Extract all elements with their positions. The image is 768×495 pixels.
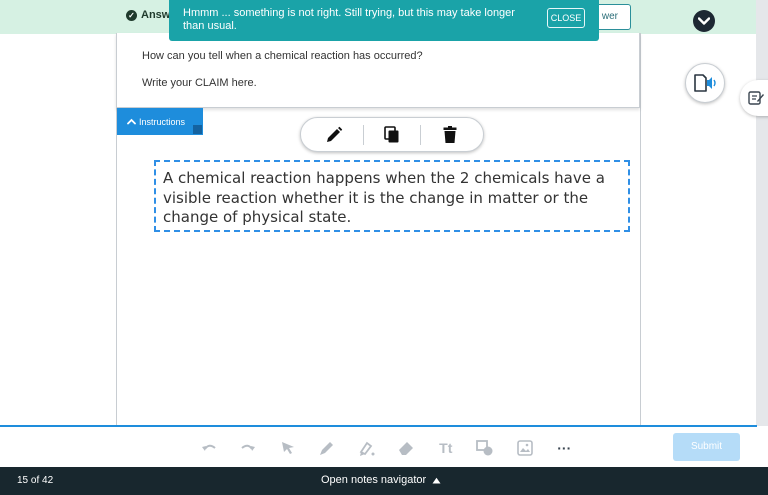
toast-close-button[interactable]: CLOSE xyxy=(547,8,585,28)
more-icon[interactable]: ··· xyxy=(545,437,585,459)
prompt-card: How can you tell when a chemical reactio… xyxy=(116,33,640,108)
text-tool-icon[interactable]: Tt xyxy=(426,437,466,459)
highlighter-icon[interactable] xyxy=(347,437,387,459)
open-notes-navigator-button[interactable]: Open notes navigator xyxy=(321,474,441,486)
page-count: 15 of 42 xyxy=(17,475,54,486)
more-label: ··· xyxy=(557,440,572,456)
right-scroll-rail xyxy=(756,0,768,426)
collapse-button[interactable] xyxy=(693,10,715,32)
toolbar-divider xyxy=(362,124,364,145)
select-arrow-icon[interactable] xyxy=(268,437,308,459)
pencil-icon[interactable] xyxy=(324,125,344,145)
undo-icon[interactable] xyxy=(189,437,229,459)
claim-text-box[interactable]: A chemical reaction happens when the 2 c… xyxy=(154,160,630,232)
instructions-label: Instructions xyxy=(139,116,186,127)
instructions-toggle[interactable]: Instructions xyxy=(117,108,203,135)
pen-icon[interactable] xyxy=(308,437,348,459)
question-text: How can you tell when a chemical reactio… xyxy=(142,50,423,62)
notes-edit-icon xyxy=(748,91,764,105)
text-tool-label: Tt xyxy=(439,440,453,456)
submit-button[interactable]: Submit xyxy=(673,433,740,461)
toolbar-divider xyxy=(420,124,422,145)
check-circle-icon: ✓ xyxy=(126,9,137,21)
shapes-icon[interactable] xyxy=(466,437,506,459)
redo-icon[interactable] xyxy=(229,437,269,459)
notes-button[interactable] xyxy=(740,80,768,116)
chevron-up-icon xyxy=(127,118,136,125)
read-aloud-icon xyxy=(694,74,716,92)
notes-navigator-label: Open notes navigator xyxy=(321,474,427,486)
copy-icon[interactable] xyxy=(382,125,402,145)
answered-label: Answ xyxy=(141,9,171,21)
footer-bar: 15 of 42 Open notes navigator xyxy=(0,467,768,495)
chevron-down-icon xyxy=(698,17,710,25)
eraser-icon[interactable] xyxy=(387,437,427,459)
claim-instruction: Write your CLAIM here. xyxy=(142,77,257,89)
toast-message: Hmmm ... something is not right. Still t… xyxy=(183,7,515,32)
trash-icon[interactable] xyxy=(440,125,460,145)
text-edit-toolbar xyxy=(300,117,484,152)
image-icon[interactable] xyxy=(505,437,545,459)
error-toast: Hmmm ... something is not right. Still t… xyxy=(169,0,599,41)
read-aloud-button[interactable] xyxy=(685,63,725,103)
answered-status: ✓ Answ xyxy=(126,9,170,21)
resize-grip-icon[interactable] xyxy=(193,125,202,134)
drawing-tools-group: Tt ··· xyxy=(189,437,584,459)
caret-up-icon xyxy=(432,477,441,483)
